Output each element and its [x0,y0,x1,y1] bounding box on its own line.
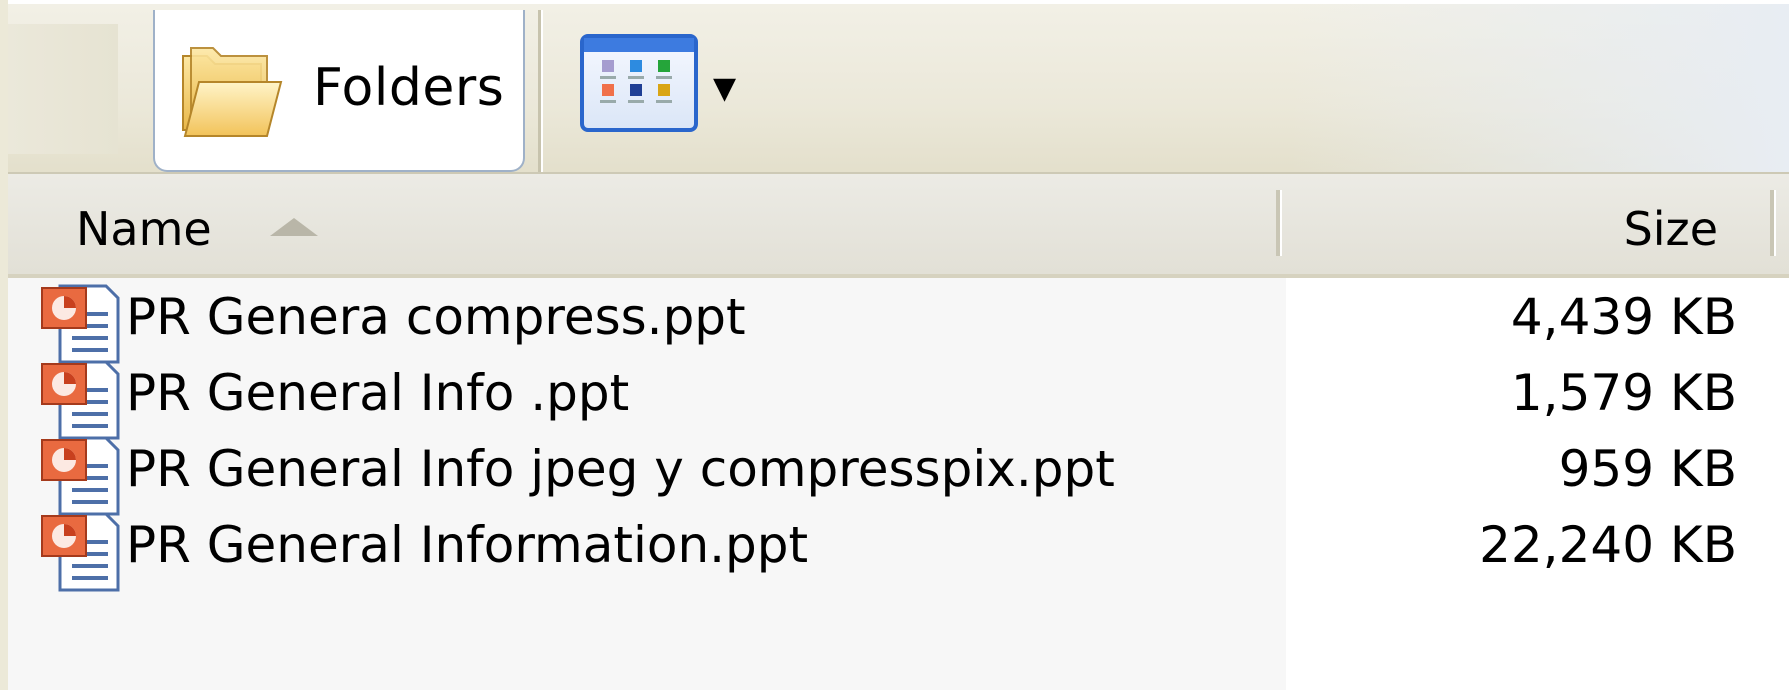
column-resize-handle[interactable] [1770,190,1776,256]
file-name: PR General Info jpeg y compresspix.ppt [126,440,1115,498]
powerpoint-file-icon [41,284,120,364]
toolbar: Folders ▼ [8,0,1789,176]
dropdown-arrow-icon[interactable]: ▼ [713,74,736,104]
folder-icon [182,47,283,137]
file-name: PR General Information.ppt [126,516,809,574]
list-item[interactable]: PR Genera compress.ppt 4,439 KB [8,278,1789,364]
toolbar-grip [8,24,118,154]
explorer-window: Folders ▼ Name Size PR Genera compress.p… [0,0,1789,690]
file-list: PR Genera compress.ppt 4,439 KB PR Gener… [8,278,1789,690]
list-item[interactable]: PR General Information.ppt 22,240 KB [8,506,1789,592]
list-item[interactable]: PR General Info jpeg y compresspix.ppt 9… [8,430,1789,516]
folders-button[interactable]: Folders [153,10,525,172]
file-size: 4,439 KB [1510,288,1737,346]
column-header-size-label: Size [1623,202,1718,256]
file-size: 959 KB [1558,440,1737,498]
views-icon [584,38,694,103]
file-name: PR Genera compress.ppt [126,288,746,346]
powerpoint-file-icon [41,436,120,516]
powerpoint-file-icon [41,512,120,592]
column-header-size[interactable]: Size [1280,174,1770,274]
toolbar-separator [538,10,543,172]
column-header-bar: Name Size [8,172,1789,280]
column-header-name-label: Name [76,202,212,256]
file-size: 1,579 KB [1510,364,1737,422]
sort-ascending-icon [270,218,318,236]
column-header-name[interactable]: Name [8,174,1276,274]
list-item[interactable]: PR General Info .ppt 1,579 KB [8,354,1789,440]
views-button[interactable] [580,34,698,132]
folders-label: Folders [313,58,505,118]
toolbar-background [1289,4,1789,176]
powerpoint-file-icon [41,360,120,440]
file-size: 22,240 KB [1479,516,1737,574]
file-name: PR General Info .ppt [126,364,630,422]
